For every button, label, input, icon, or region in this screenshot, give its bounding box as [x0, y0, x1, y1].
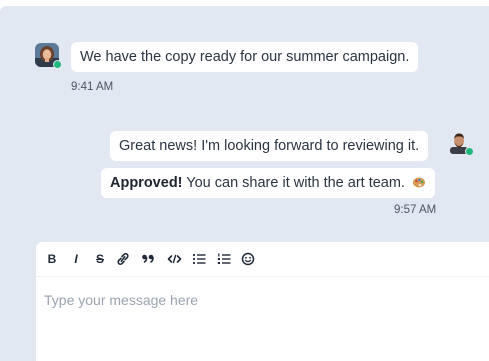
code-button[interactable] [167, 251, 182, 267]
message-time: 9:57 AM [394, 204, 437, 216]
emoji-button[interactable] [241, 251, 255, 267]
message-text: We have the copy ready for our summer ca… [80, 49, 410, 65]
formatting-toolbar: B I S [36, 242, 489, 277]
bullet-list-icon [192, 253, 206, 265]
bullet-list-button[interactable] [192, 251, 206, 267]
message-bubble: Approved! You can share it with the art … [101, 168, 435, 198]
palette-icon [412, 175, 426, 194]
bold-button[interactable]: B [46, 251, 58, 267]
smiley-icon [241, 252, 255, 266]
code-icon [167, 254, 182, 264]
message-text: Great news! I'm looking forward to revie… [119, 138, 420, 154]
approved-label: Approved! [110, 175, 183, 191]
numbered-list-button[interactable] [217, 251, 231, 267]
quote-icon [142, 254, 154, 264]
sender-avatar[interactable] [35, 43, 62, 69]
link-button[interactable] [116, 251, 130, 267]
link-icon [117, 253, 129, 265]
online-status-icon [53, 60, 62, 69]
message-bubble: We have the copy ready for our summer ca… [71, 42, 419, 72]
online-status-icon [465, 147, 474, 156]
message-bubble: Great news! I'm looking forward to revie… [110, 131, 429, 161]
user-avatar[interactable] [447, 130, 474, 156]
quote-button[interactable] [141, 251, 155, 267]
message-time: 9:41 AM [71, 81, 114, 93]
message-input[interactable] [42, 288, 476, 312]
message-text: You can share it with the art team. [182, 175, 405, 191]
italic-button[interactable]: I [70, 251, 82, 267]
numbered-list-icon [217, 253, 231, 264]
message-composer: B I S [36, 242, 489, 361]
strikethrough-button[interactable]: S [94, 251, 106, 267]
